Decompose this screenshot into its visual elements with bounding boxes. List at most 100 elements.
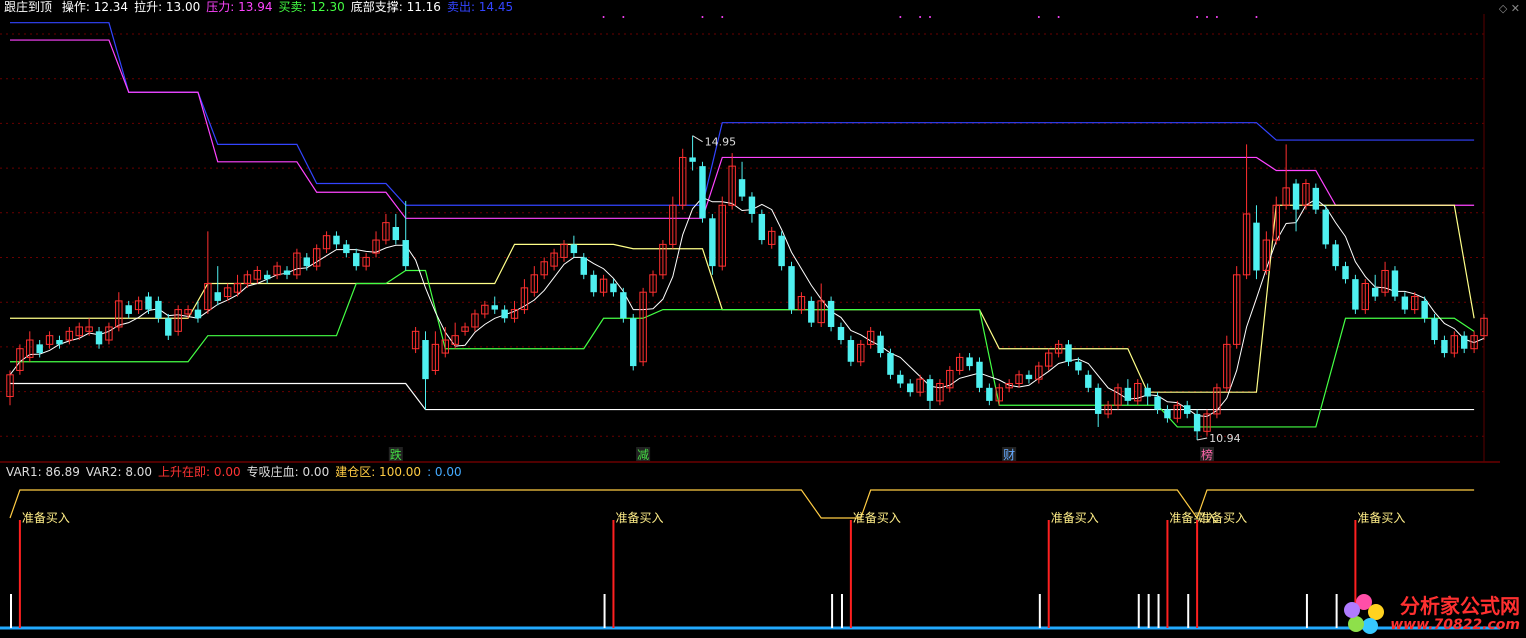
indicator-legend-item: : 0.00 [427,465,462,479]
candle-body-down [748,196,756,214]
candle-body-down [1193,413,1201,432]
candle-body-down [1342,266,1349,280]
buy-signal-label: 准备买入 [615,511,663,525]
buy-signal-label: 准备买入 [1199,511,1247,525]
top-dot [721,16,724,18]
buy-signal-label: 准备买入 [22,511,70,525]
top-dot [622,16,625,18]
candle-body-down [1312,187,1320,210]
panel-controls[interactable]: ◇ ✕ [1499,2,1520,15]
candle-body-down [808,300,815,323]
candle-body-down [570,244,578,254]
candle-body-down [283,270,291,275]
candle-body-down [1332,244,1339,267]
candle-body-down [343,244,350,254]
event-marker: 跌 [390,447,402,462]
candle-body-down [976,361,983,388]
right-margin [1500,0,1526,638]
watermark-url: www.70822.com [1390,617,1520,633]
top-dot [1037,16,1040,18]
candle-body-down [214,292,221,301]
line-建仓区 [9,489,1475,520]
candle-body-down [788,266,795,310]
candle-body-down [36,344,43,354]
candle-body-down [392,227,400,241]
event-marker: 财 [1003,448,1015,462]
legend-item: 操作: 12.34 [61,0,129,14]
candle-body-down [1401,296,1409,310]
buy-signal-label: 准备买入 [853,511,901,525]
indicator-legend: VAR1: 86.89 VAR2: 8.00 上升在即: 0.00 专吸庄血: 0.0… [6,465,468,479]
main-legend: 跟庄到顶 操作: 12.34 拉升: 13.00 压力: 13.94 买卖: 12.3… [4,0,519,14]
candle-body-down [699,166,706,219]
candle-body-down [1371,287,1379,297]
candle-body-down [1352,279,1359,310]
candle-body-down [580,257,587,275]
candle-body-down [1184,405,1191,414]
buy-signal-label: 准备买入 [1051,511,1099,525]
candle-body-down [95,331,103,345]
top-dot [1196,16,1199,18]
candle-body-down [194,309,202,319]
candle-body-down [353,253,360,267]
close-icon[interactable]: ✕ [1511,2,1520,15]
indicator-legend-item: VAR2: 8.00 [85,465,153,479]
top-dot [929,16,932,18]
candle-body-down [56,340,63,345]
candle-body-down [165,318,172,336]
candle-body-down [1322,209,1329,245]
candle-body-down [1253,222,1260,271]
candle-body-down [145,296,152,310]
flower-logo-icon [1344,594,1385,634]
candle-body-down [1292,183,1300,210]
top-dot [919,16,922,18]
candle-body-down [986,387,993,401]
chart-window: { "header": { "title": "跟庄到顶", "items": … [0,0,1526,638]
low-pointer [1197,437,1208,441]
candle-body-down [827,300,835,327]
diamond-icon[interactable]: ◇ [1499,2,1507,15]
candle-body-down [1025,374,1033,380]
legend-item: 卖出: 14.45 [446,0,514,14]
buy-signal-label: 准备买入 [1357,511,1405,525]
candle-body-down [620,292,627,319]
candle-body-down [333,235,340,245]
main-indicator-lines [9,22,1485,428]
candle-body-down [1154,396,1161,410]
event-marker: 减 [637,448,649,462]
candle-body-down [630,318,637,367]
candle-body-down [1075,361,1082,371]
candle-body-down [1421,300,1428,319]
candle-body-down [1431,318,1438,341]
candle-body-down [1164,409,1171,419]
indicator-title: 跟庄到顶 [4,0,53,14]
candle-body-down [491,305,498,310]
candle-body-down [1094,387,1102,414]
legend-item: 压力: 13.94 [206,0,273,14]
candlesticks [6,135,1488,440]
candle-body-down [758,213,766,241]
legend-item: 底部支撑: 11.16 [350,0,441,14]
indicator-legend-item: 专吸庄血: 0.00 [246,465,330,479]
candle-body-down [837,326,845,341]
candle-body-down [155,300,162,319]
chart-canvas: 14.9510.94跌减财榜 准备买入 准备买入 准备买入 准备买入 准备买入准备买入准… [0,0,1526,638]
top-dot [1206,16,1209,18]
top-dot [701,16,704,18]
candle-body-down [847,340,855,362]
watermark: 分析家公式网 www.70822.com [1344,594,1520,634]
candle-body-down [897,374,904,384]
top-dot [899,16,902,18]
candle-body-down [1124,387,1132,401]
candle-body-down [966,357,973,367]
indicator-legend-item: 上升在即: 0.00 [158,465,241,479]
legend-item: 拉升: 13.00 [134,0,201,14]
candle-body-down [125,305,132,314]
candle-body-down [303,257,310,267]
indicator-legend-item: VAR1: 86.89 [6,465,80,479]
candle-body-down [738,179,746,197]
candle-body-down [907,383,914,393]
candle-body-down [1391,270,1399,297]
indicator-panel: 准备买入 准备买入 准备买入 准备买入 准备买入准备买入 准备买入 [9,489,1475,628]
top-dot [1215,16,1218,18]
